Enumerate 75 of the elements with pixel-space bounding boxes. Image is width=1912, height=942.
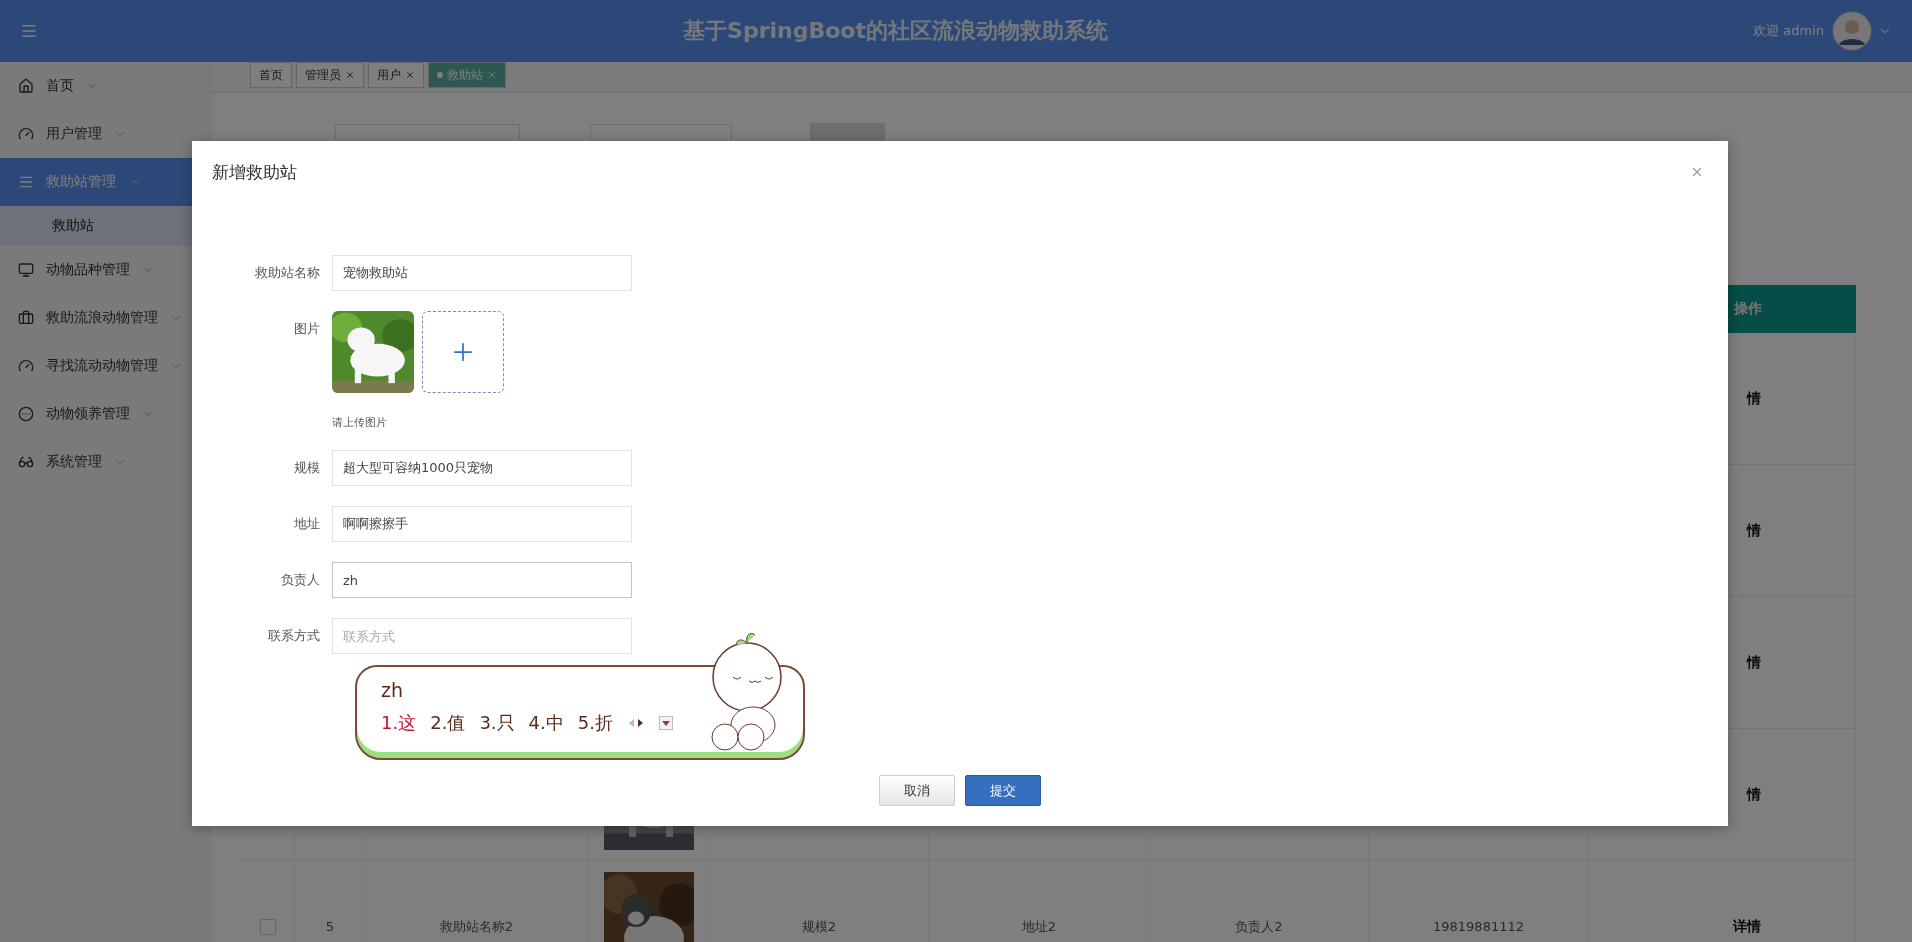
upload-button[interactable]	[422, 311, 504, 393]
tab-label: 用户	[377, 66, 401, 84]
detail-link[interactable]: 情	[1747, 653, 1761, 672]
sidebar-label: 系统管理	[46, 453, 102, 471]
detail-link[interactable]: 情	[1747, 785, 1761, 804]
ime-candidate[interactable]: 4.中	[528, 711, 564, 735]
row-checkbox[interactable]	[259, 918, 276, 935]
monitor-icon	[18, 262, 34, 278]
glasses-icon	[18, 454, 34, 470]
dialog-title: 新增救助站	[212, 160, 297, 184]
sidebar-label: 寻找流动动物管理	[46, 357, 158, 375]
table-cell: 规模2	[710, 861, 929, 942]
briefcase-icon	[18, 310, 34, 326]
field-label: 规模	[293, 459, 320, 477]
submit-button[interactable]: 提交	[965, 775, 1041, 806]
table-cell: 地址2	[929, 861, 1150, 942]
sidebar-label: 动物品种管理	[46, 261, 130, 279]
page-tab[interactable]: 管理员	[296, 62, 364, 88]
sidebar-item[interactable]: 系统管理	[0, 438, 212, 486]
field-label: 负责人	[280, 571, 320, 589]
detail-link[interactable]: 情	[1747, 521, 1761, 540]
input-field[interactable]: 宠物救助站	[332, 255, 632, 291]
input-field[interactable]: 超大型可容纳1000只宠物	[332, 450, 632, 486]
sidebar-label: 救助流浪动物管理	[46, 309, 158, 327]
sidebar-item[interactable]: 救助流浪动物管理	[0, 294, 212, 342]
sidebar-label: 动物领养管理	[46, 405, 130, 423]
sidebar-item[interactable]: 用户管理	[0, 110, 212, 158]
ime-candidate[interactable]: 5.折	[577, 711, 613, 735]
page-tab[interactable]: 首页	[250, 62, 292, 88]
tab-label: 首页	[259, 66, 283, 84]
sidebar-label: 救助站管理	[46, 173, 116, 191]
ellipsis-icon	[18, 406, 34, 422]
home-icon	[18, 78, 34, 94]
sidebar-item[interactable]: 动物领养管理	[0, 390, 212, 438]
table-cell: 19819881112	[1369, 861, 1589, 942]
sidebar-label: 首页	[46, 77, 74, 95]
cancel-button[interactable]: 取消	[879, 775, 955, 806]
detail-link[interactable]: 情	[1747, 389, 1761, 408]
page-tab[interactable]: 用户	[368, 62, 424, 88]
app-title: 基于SpringBoot的社区流浪动物救助系统	[682, 17, 1109, 45]
close-button[interactable]	[1690, 165, 1704, 179]
dropdown-icon[interactable]	[658, 716, 673, 730]
sidebar-item[interactable]: 首页	[0, 62, 212, 110]
table-cell: 5	[295, 861, 366, 942]
ime-composition: zh	[381, 679, 404, 701]
close-icon[interactable]	[345, 70, 355, 80]
gauge-icon	[18, 358, 34, 374]
tab-label: 救助站	[447, 66, 483, 84]
column-header: 操作	[1734, 300, 1762, 318]
table-cell: 负责人2	[1150, 861, 1369, 942]
tab-label: 管理员	[305, 66, 341, 84]
detail-link[interactable]: 详情	[1733, 917, 1761, 936]
input-field[interactable]: 啊啊擦擦手	[332, 506, 632, 542]
gauge-icon	[18, 126, 34, 142]
ime-candidate[interactable]: 3.只	[479, 711, 515, 735]
table-cell: 救助站名称2	[366, 861, 588, 942]
input-field[interactable]: 联系方式	[332, 618, 632, 654]
ime-candidate[interactable]: 1.这	[381, 711, 417, 735]
welcome-text: 欢迎 admin	[1753, 22, 1824, 40]
field-label: 地址	[293, 515, 320, 533]
menu-icon	[18, 174, 34, 190]
close-icon[interactable]	[405, 70, 415, 80]
sidebar-item[interactable]: 寻找流动动物管理	[0, 342, 212, 390]
sidebar-item[interactable]: 动物品种管理	[0, 246, 212, 294]
field-label: 图片	[293, 320, 320, 338]
field-label: 联系方式	[267, 627, 320, 645]
close-icon[interactable]	[487, 70, 497, 80]
menu-icon[interactable]	[20, 22, 38, 40]
input-field[interactable]: zh	[332, 562, 632, 598]
upload-hint: 请上传图片	[332, 415, 388, 430]
avatar-icon[interactable]	[1832, 11, 1872, 51]
field-label: 救助站名称	[254, 264, 320, 282]
ime-candidate[interactable]: 2.值	[430, 711, 466, 735]
dot-icon	[437, 72, 443, 78]
sidebar-label: 用户管理	[46, 125, 102, 143]
